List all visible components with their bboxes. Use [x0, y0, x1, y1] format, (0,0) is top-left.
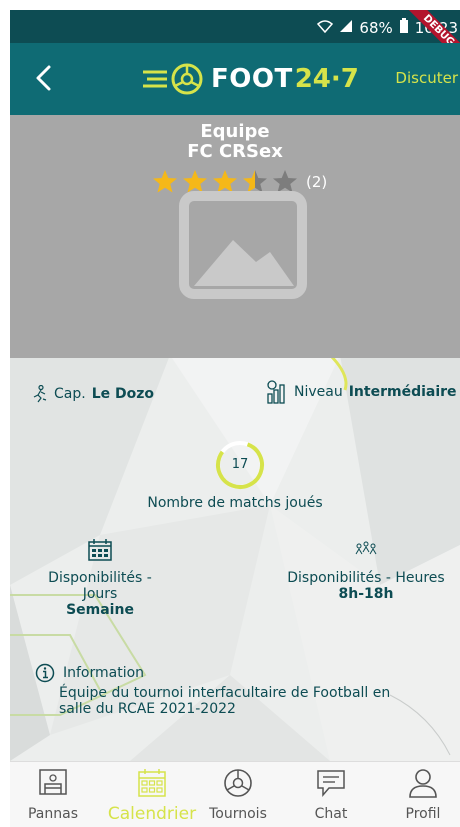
logo-number: 24·7 [294, 64, 359, 94]
team-people-icon [355, 541, 377, 555]
calendar-icon [88, 539, 112, 561]
star-icon [153, 170, 177, 193]
availability-hours-label: Disponibilités - Heures [287, 570, 445, 586]
nav-tournois[interactable]: Tournois [203, 768, 273, 822]
app-logo: FOOT 24·7 [143, 62, 359, 96]
level-row: Niveau Intermédiaire [266, 380, 457, 404]
captain-row: Cap. Le Dozo [32, 385, 154, 403]
availability-days-label: Disponibilités - Jours [48, 570, 152, 602]
nav-pannas[interactable]: Pannas [18, 768, 88, 822]
user-icon [409, 769, 437, 798]
matches-label: Nombre de matchs joués [147, 495, 323, 511]
chat-icon [317, 770, 345, 798]
app-bar: FOOT 24·7 Discuter [10, 43, 460, 115]
availability-days: Disponibilités - Jours Semaine [30, 538, 170, 618]
calendar-icon [138, 769, 166, 797]
team-details: Equipe FC CRSex (2) Cap. Le Dozo Niveau … [10, 115, 460, 761]
nav-label: Tournois [209, 806, 267, 822]
nav-label: Chat [314, 806, 348, 822]
information-label: Information [63, 665, 145, 681]
bottom-navigation: Pannas Calendrier Tournois Chat Profil [10, 761, 460, 827]
rating-count: (2) [306, 173, 328, 191]
chevron-left-icon [36, 65, 51, 91]
matches-count: 17 [231, 457, 249, 472]
discuss-button[interactable]: Discuter [395, 69, 458, 87]
status-bar: 68% 10:23 DEBUG [10, 10, 460, 66]
captain-label: Cap. [54, 386, 86, 402]
signal-icon [339, 19, 353, 37]
wifi-icon [317, 19, 334, 37]
logo-text: FOOT [211, 64, 293, 94]
nav-chat[interactable]: Chat [296, 768, 366, 822]
logo-ball-icon [143, 63, 203, 95]
team-name: FC CRSex [187, 141, 283, 162]
availability-hours: Disponibilités - Heures 8h-18h [286, 538, 446, 602]
ball-icon [224, 769, 252, 797]
pannas-icon [39, 769, 67, 795]
information-section: Information Équipe du tournoi interfacul… [35, 663, 409, 717]
nav-label: Profil [405, 806, 441, 822]
team-label: Equipe [200, 121, 270, 142]
team-banner: Equipe FC CRSex (2) [10, 115, 460, 358]
availability-days-value: Semaine [66, 602, 134, 618]
back-button[interactable] [30, 63, 60, 93]
nav-label: Pannas [27, 806, 78, 822]
captain-value: Le Dozo [91, 386, 154, 402]
level-bars-icon [267, 380, 285, 404]
nav-profil[interactable]: Profil [388, 768, 458, 822]
image-placeholder-icon [178, 190, 308, 304]
nav-calendrier[interactable]: Calendrier [102, 768, 202, 824]
availability-hours-value: 8h-18h [338, 586, 394, 602]
player-icon [33, 385, 47, 403]
info-icon [35, 663, 55, 683]
level-label: Niveau [294, 384, 343, 400]
information-text: Équipe du tournoi interfacultaire de Foo… [59, 685, 391, 717]
battery-percent: 68% [359, 19, 393, 37]
nav-label: Calendrier [107, 804, 197, 824]
level-value: Intermédiaire [348, 384, 457, 400]
